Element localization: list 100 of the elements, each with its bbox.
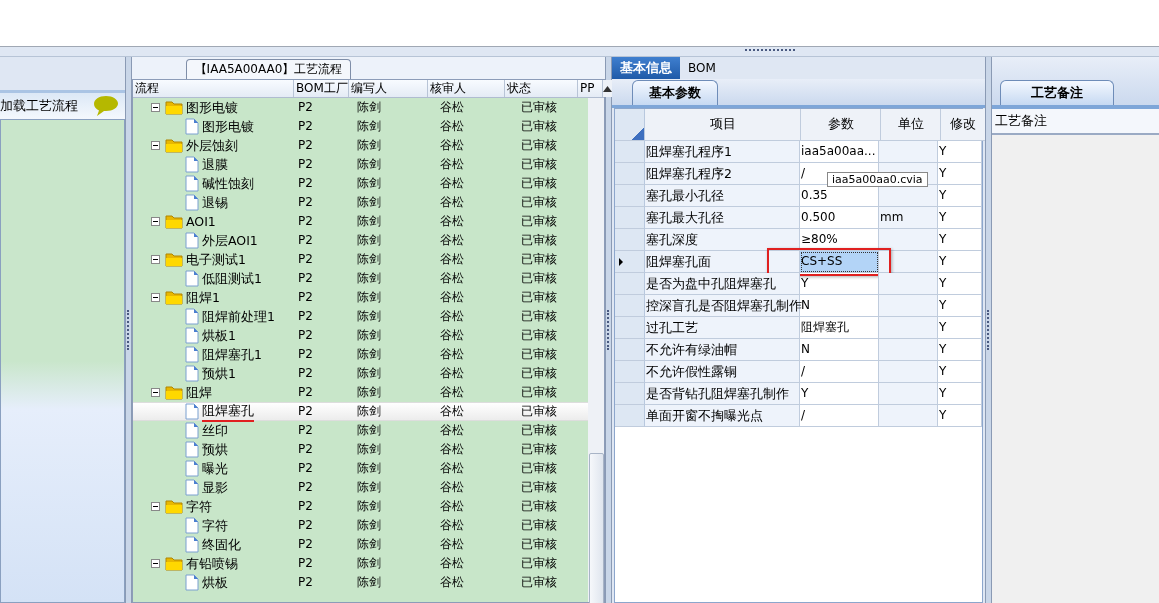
table-cell-text: 已审核 [520, 460, 558, 477]
column-header[interactable]: 编写人 [349, 80, 428, 97]
document-icon [185, 156, 199, 173]
tree-item[interactable]: 碱性蚀刻 [202, 174, 254, 193]
column-header[interactable]: 状态 [505, 80, 578, 97]
table-cell-text: 谷松 [439, 232, 465, 249]
tree-item[interactable]: 预烘1 [202, 364, 236, 383]
tree-item[interactable]: 外层AOI1 [202, 231, 258, 250]
tree-item[interactable]: 阻焊 [186, 383, 212, 402]
document-icon [185, 517, 199, 534]
tab[interactable]: 基本信息 [612, 57, 680, 79]
folder-icon [165, 290, 183, 305]
tab[interactable]: 工艺备注 [1000, 80, 1114, 105]
table-cell [879, 405, 938, 427]
column-header[interactable]: 项目 [645, 109, 801, 141]
table-cell-text: 陈剑 [356, 479, 382, 496]
table-cell-text: 谷松 [439, 99, 465, 116]
notes-area[interactable] [992, 135, 1159, 603]
scroll-up-arrow[interactable] [603, 85, 612, 92]
tree-item[interactable]: 退锡 [202, 193, 228, 212]
collapse-toggle[interactable] [151, 217, 160, 226]
tree-item[interactable]: 电子测试1 [186, 250, 246, 269]
table-cell-text: P2 [297, 403, 314, 420]
table-cell [879, 361, 938, 383]
table-cell-text: 陈剑 [356, 422, 382, 439]
table-cell-text: 谷松 [439, 270, 465, 287]
tree-item[interactable]: 字符 [186, 497, 212, 516]
table-cell-text: 已审核 [520, 175, 558, 192]
table-cell-text: P2 [297, 346, 314, 363]
tab[interactable]: 基本参数 [632, 80, 718, 105]
collapse-toggle[interactable] [151, 559, 160, 568]
column-header[interactable]: 参数 [801, 109, 881, 141]
table-cell-text: 谷松 [439, 346, 465, 363]
collapse-toggle[interactable] [151, 103, 160, 112]
table-cell: Y [938, 317, 982, 339]
tree-item[interactable]: 烘板 [202, 573, 228, 592]
tree-item[interactable]: 阻焊塞孔1 [202, 345, 262, 364]
tree-item[interactable]: 终固化 [202, 535, 241, 554]
table-cell: Y [938, 339, 982, 361]
tree-item[interactable]: 低阻测试1 [202, 269, 262, 288]
document-icon [185, 118, 199, 135]
table-cell-text: 谷松 [439, 555, 465, 572]
table-cell-text: 陈剑 [356, 194, 382, 211]
collapse-toggle[interactable] [151, 502, 160, 511]
table-cell-text: 陈剑 [356, 99, 382, 116]
table-cell: Y [938, 295, 982, 317]
column-header[interactable]: BOM工厂 [294, 80, 349, 97]
collapse-toggle[interactable] [151, 255, 160, 264]
table-cell-text: 陈剑 [356, 270, 382, 287]
table-cell: Y [938, 141, 982, 163]
speech-bubble-icon[interactable] [93, 95, 119, 117]
table-cell: 阻焊塞孔程序1 [645, 141, 800, 163]
tree-item[interactable]: 阻焊塞孔 [202, 401, 254, 422]
column-header[interactable]: 核审人 [428, 80, 505, 97]
tree-item[interactable]: 字符 [202, 516, 228, 535]
tree-item[interactable]: 显影 [202, 478, 228, 497]
table-cell-text: 已审核 [520, 384, 558, 401]
collapse-toggle[interactable] [151, 293, 160, 302]
scrollbar[interactable] [588, 98, 604, 602]
table-cell-text: 谷松 [439, 213, 465, 230]
tree-item[interactable]: 有铅喷锡 [186, 554, 238, 573]
table-cell-text: 谷松 [439, 194, 465, 211]
select-all-corner[interactable] [615, 109, 645, 141]
tree-item[interactable]: 图形电镀 [202, 117, 254, 136]
tree-item[interactable]: 预烘 [202, 440, 228, 459]
table-cell-text: 已审核 [520, 327, 558, 344]
folder-icon [165, 385, 183, 400]
tooltip: iaa5a00aa0.cvia [827, 172, 928, 187]
collapse-toggle[interactable] [151, 388, 160, 397]
tree-item[interactable]: 烘板1 [202, 326, 236, 345]
column-header[interactable]: 流程 [133, 80, 294, 97]
table-cell-text: 陈剑 [356, 327, 382, 344]
tree-item[interactable]: 图形电镀 [186, 98, 238, 117]
tab[interactable]: BOM [680, 57, 724, 79]
table-cell-text: 谷松 [439, 498, 465, 515]
scroll-thumb[interactable] [589, 453, 604, 603]
column-header[interactable]: 单位 [881, 109, 941, 141]
collapse-toggle[interactable] [151, 141, 160, 150]
table-cell [879, 317, 938, 339]
row-header[interactable] [615, 251, 645, 273]
tree-item[interactable]: 退膜 [202, 155, 228, 174]
tree-item[interactable]: 阻焊1 [186, 288, 220, 307]
table-cell: Y [938, 229, 982, 251]
table-cell: 单面开窗不掏曝光点 [645, 405, 800, 427]
document-icon [185, 232, 199, 249]
tree-item[interactable]: 丝印 [202, 421, 228, 440]
table-cell-text: 已审核 [520, 118, 558, 135]
table-cell-text: 已审核 [520, 270, 558, 287]
table-cell: Y [938, 361, 982, 383]
tree-item[interactable]: AOI1 [186, 212, 216, 231]
tree-item[interactable]: 外层蚀刻 [186, 136, 238, 155]
table-cell-text: P2 [297, 517, 314, 534]
table-cell-text: 陈剑 [356, 251, 382, 268]
tree-item[interactable]: 阻焊前处理1 [202, 307, 275, 326]
table-cell-text: P2 [297, 555, 314, 572]
column-header[interactable]: 修改 [941, 109, 986, 141]
notes-header: 工艺备注 [992, 109, 1159, 135]
tree-item[interactable]: 曝光 [202, 459, 228, 478]
table-cell-text: 谷松 [439, 137, 465, 154]
table-cell[interactable]: CS+SS [800, 251, 879, 273]
